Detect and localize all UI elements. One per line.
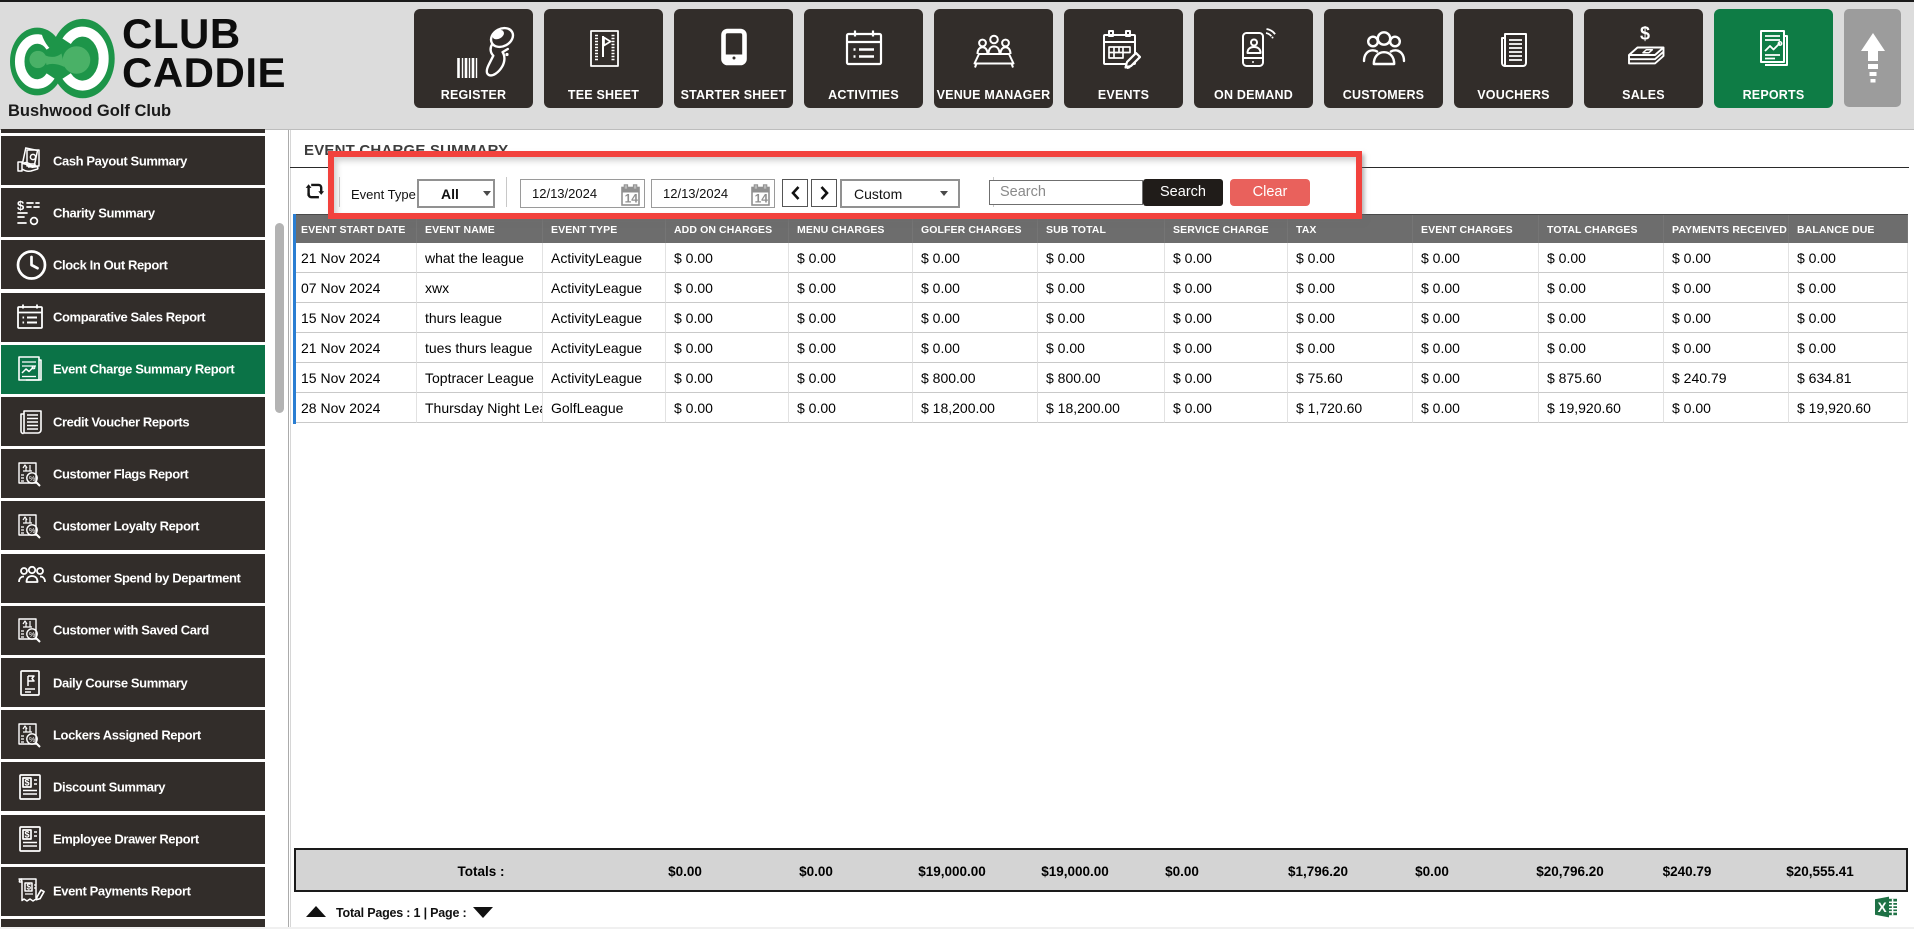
svg-text:$: $: [27, 883, 32, 892]
svg-text:$: $: [25, 777, 30, 787]
svg-text:$: $: [25, 830, 30, 840]
svg-text:%: %: [29, 632, 35, 639]
svg-text:%: %: [29, 737, 35, 744]
svg-text:%: %: [29, 528, 35, 535]
svg-text:X: X: [1878, 900, 1887, 915]
svg-text:$: $: [17, 198, 25, 213]
svg-text:%: %: [29, 476, 35, 483]
svg-text:$: $: [1640, 24, 1650, 44]
